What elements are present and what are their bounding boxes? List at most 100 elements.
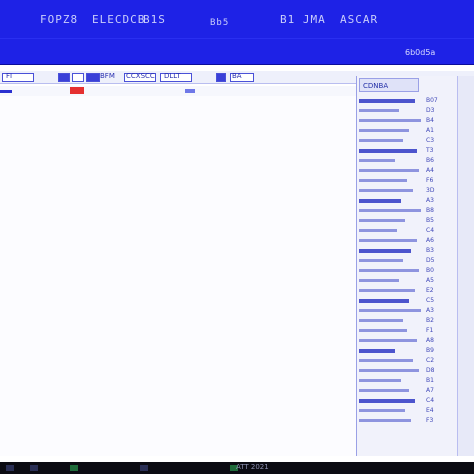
tool-label-5: BA: [232, 72, 242, 80]
alert-indicator[interactable]: [70, 87, 84, 94]
tool-button-2[interactable]: [72, 73, 84, 82]
panel-column-1: [359, 96, 423, 426]
panel-cell: A3: [426, 197, 434, 204]
panel-row[interactable]: [359, 306, 423, 315]
panel-cell: 3D: [426, 187, 435, 194]
panel-cell: B4: [426, 117, 434, 124]
tool-label-1: FI: [6, 72, 13, 80]
row-placeholder-bar: [359, 329, 407, 332]
row-placeholder-bar: [359, 289, 415, 292]
row-placeholder-bar: [359, 348, 395, 353]
panel-scrollbar[interactable]: [457, 76, 474, 456]
row-placeholder-bar: [359, 239, 417, 242]
panel-row[interactable]: [359, 316, 423, 325]
title-bar: FOPZ8 ELECDCB B1S Bb5 B1 JMA ASCAR 6b0d5…: [0, 0, 474, 65]
panel-cell: A4: [426, 167, 434, 174]
panel-cell: A5: [426, 277, 434, 284]
row-placeholder-bar: [359, 129, 409, 132]
row-placeholder-bar: [359, 259, 403, 262]
app-title: FOPZ8: [40, 13, 79, 26]
row-placeholder-bar: [359, 359, 413, 362]
panel-row[interactable]: [359, 206, 423, 215]
row-placeholder-bar: [359, 269, 419, 272]
title-right-3[interactable]: ASCAR: [340, 13, 378, 26]
app-menu-label[interactable]: ELECDCB: [92, 13, 145, 26]
panel-header[interactable]: CDNBA: [359, 78, 419, 92]
panel-row[interactable]: [359, 236, 423, 245]
topbar-subtitle: 6b0d5a: [405, 48, 436, 57]
row-placeholder-bar: [359, 109, 399, 112]
panel-cell: B5: [426, 217, 434, 224]
row-placeholder-bar: [359, 369, 419, 372]
panel-row[interactable]: [359, 296, 423, 305]
row-placeholder-bar: [359, 119, 421, 122]
status-indicator-2: [185, 89, 195, 93]
panel-row[interactable]: [359, 106, 423, 115]
main-canvas[interactable]: [0, 96, 356, 456]
tool-button-4[interactable]: [216, 73, 226, 82]
panel-cell: F3: [426, 417, 434, 424]
panel-row[interactable]: [359, 126, 423, 135]
row-placeholder-bar: [359, 169, 419, 172]
row-placeholder-bar: [359, 248, 411, 253]
panel-cell: T3: [426, 147, 434, 154]
panel-cell: F1: [426, 327, 434, 334]
row-placeholder-bar: [359, 98, 415, 103]
panel-row[interactable]: [359, 216, 423, 225]
row-placeholder-bar: [359, 309, 421, 312]
panel-row[interactable]: [359, 356, 423, 365]
row-placeholder-bar: [359, 198, 401, 203]
panel-row[interactable]: [359, 146, 423, 155]
panel-row[interactable]: [359, 286, 423, 295]
panel-cell: C4: [426, 227, 435, 234]
panel-row[interactable]: [359, 396, 423, 405]
tool-button-1[interactable]: [58, 73, 70, 82]
panel-row[interactable]: [359, 226, 423, 235]
title-right-2[interactable]: B1 JMA: [280, 13, 326, 26]
panel-row[interactable]: [359, 416, 423, 425]
panel-cell: B1: [426, 377, 434, 384]
panel-row[interactable]: [359, 96, 423, 105]
panel-row[interactable]: [359, 116, 423, 125]
panel-row[interactable]: [359, 166, 423, 175]
row-placeholder-bar: [359, 398, 415, 403]
panel-cell: B2: [426, 317, 434, 324]
panel-row[interactable]: [359, 256, 423, 265]
row-placeholder-bar: [359, 139, 403, 142]
row-placeholder-bar: [359, 339, 417, 342]
panel-cell: A7: [426, 387, 434, 394]
panel-cell: E4: [426, 407, 434, 414]
taskbar: ATT 2021: [0, 462, 474, 474]
row-placeholder-bar: [359, 298, 409, 303]
panel-row[interactable]: [359, 406, 423, 415]
panel-row[interactable]: [359, 366, 423, 375]
row-placeholder-bar: [359, 319, 403, 322]
panel-row[interactable]: [359, 266, 423, 275]
panel-row[interactable]: [359, 196, 423, 205]
row-placeholder-bar: [359, 189, 413, 192]
panel-row[interactable]: [359, 186, 423, 195]
tool-label-2: BFM: [100, 72, 115, 80]
row-placeholder-bar: [359, 419, 411, 422]
row-placeholder-bar: [359, 389, 409, 392]
app-icon-3[interactable]: [140, 465, 148, 471]
panel-row[interactable]: [359, 176, 423, 185]
panel-row[interactable]: [359, 156, 423, 165]
panel-cell: C4: [426, 397, 435, 404]
panel-row[interactable]: [359, 276, 423, 285]
panel-row[interactable]: [359, 376, 423, 385]
start-icon[interactable]: [6, 465, 14, 471]
panel-row[interactable]: [359, 346, 423, 355]
app-icon[interactable]: [30, 465, 38, 471]
tool-button-3[interactable]: [86, 73, 100, 82]
panel-row[interactable]: [359, 336, 423, 345]
panel-cell: D5: [426, 257, 435, 264]
panel-cell: B07: [426, 97, 438, 104]
app-menu-label-2[interactable]: B1S: [143, 13, 166, 26]
panel-row[interactable]: [359, 246, 423, 255]
row-placeholder-bar: [359, 219, 405, 222]
panel-row[interactable]: [359, 386, 423, 395]
panel-row[interactable]: [359, 326, 423, 335]
panel-row[interactable]: [359, 136, 423, 145]
app-icon-2[interactable]: [70, 465, 78, 471]
